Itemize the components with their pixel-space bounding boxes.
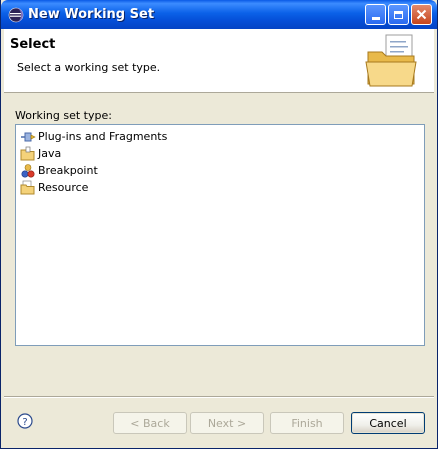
window-title: New Working Set (28, 7, 155, 22)
cancel-button[interactable]: Cancel (351, 412, 425, 434)
plugin-icon (21, 132, 36, 141)
minimize-button[interactable] (365, 4, 386, 25)
page-description: Select a working set type. (17, 61, 161, 74)
maximize-button[interactable] (388, 4, 409, 25)
header-banner: Select Select a working set type. (4, 29, 434, 93)
maximize-icon (394, 10, 403, 19)
page-title: Select (10, 37, 56, 52)
java-folder-icon (20, 146, 35, 160)
svg-text:?: ? (22, 417, 27, 428)
list-item-java[interactable]: Java (20, 145, 61, 162)
working-set-type-label: Working set type: (15, 109, 112, 122)
list-item-resource[interactable]: Resource (20, 179, 88, 196)
breakpoint-icon (21, 163, 35, 178)
next-button[interactable]: Next > (190, 412, 264, 434)
close-button[interactable] (411, 4, 432, 25)
list-item-label: Resource (38, 181, 89, 194)
back-button[interactable]: < Back (113, 412, 187, 434)
title-bar[interactable]: New Working Set (1, 0, 437, 29)
working-set-type-list[interactable]: Plug-ins and Fragments Java Breakpoint R… (15, 124, 425, 346)
list-item-breakpoint[interactable]: Breakpoint (20, 162, 98, 179)
resource-folder-icon (20, 180, 35, 194)
list-item-label: Breakpoint (38, 164, 98, 177)
list-item-label: Plug-ins and Fragments (38, 130, 168, 143)
list-item-plugins[interactable]: Plug-ins and Fragments (20, 128, 167, 145)
close-icon (416, 9, 427, 20)
minimize-icon (371, 17, 380, 20)
list-item-label: Java (38, 147, 62, 160)
wizard-folder-icon (365, 34, 417, 87)
window-controls (365, 4, 432, 25)
footer-separator (4, 396, 434, 398)
finish-button[interactable]: Finish (270, 412, 344, 434)
new-working-set-dialog: New Working Set Select Select a working … (0, 0, 438, 449)
help-icon[interactable]: ? (17, 413, 33, 429)
eclipse-icon (8, 7, 24, 23)
